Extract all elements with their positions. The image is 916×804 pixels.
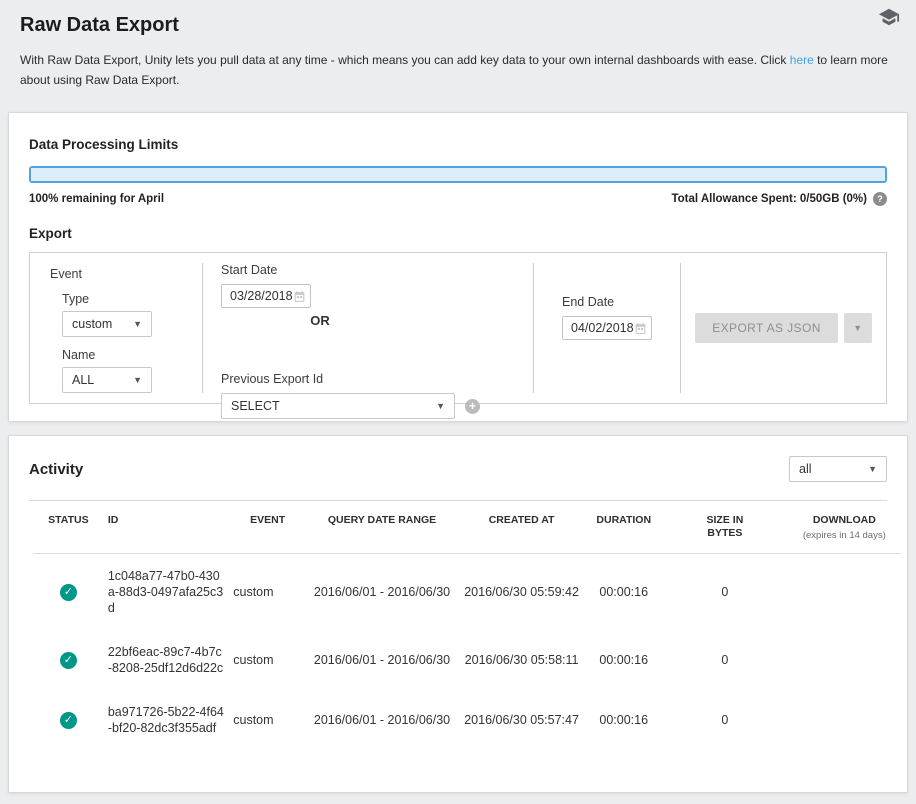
col-query-date-range: QUERY DATE RANGE — [306, 501, 458, 554]
end-date-section: End Date 04/02/2018 — [534, 253, 680, 403]
chevron-down-icon: ▼ — [133, 319, 142, 329]
status-cell: ✓ — [33, 554, 104, 631]
calendar-icon[interactable] — [293, 290, 306, 303]
id-cell: 1c048a77-47b0-430a-88d3-0497afa25c3d — [104, 554, 229, 631]
here-link[interactable]: here — [790, 53, 814, 67]
export-title: Export — [29, 226, 887, 241]
duration-cell: 00:00:16 — [585, 630, 662, 690]
event-type-select[interactable]: custom ▼ — [62, 311, 152, 337]
activity-header: Activity all ▼ — [9, 454, 907, 484]
data-processing-limits-card: Data Processing Limits 100% remaining fo… — [8, 112, 908, 422]
size-cell: 0 — [662, 630, 787, 690]
col-download: DOWNLOAD (expires in 14 days) — [788, 501, 901, 554]
previous-export-value: SELECT — [231, 399, 280, 413]
check-circle-icon: ✓ — [60, 584, 77, 601]
created-at-cell: 2016/06/30 05:57:47 — [458, 690, 585, 750]
add-icon[interactable]: + — [465, 399, 480, 414]
export-format-dropdown-button[interactable]: ▼ — [844, 313, 872, 343]
created-at-cell: 2016/06/30 05:59:42 — [458, 554, 585, 631]
activity-title: Activity — [29, 461, 83, 478]
event-cell: custom — [229, 554, 306, 631]
table-header-row: STATUS ID EVENT QUERY DATE RANGE CREATED… — [33, 501, 901, 554]
description-text-before: With Raw Data Export, Unity lets you pul… — [20, 53, 790, 67]
progress-fill — [31, 168, 885, 181]
id-cell: 22bf6eac-89c7-4b7c-8208-25df12d6d22c — [104, 630, 229, 690]
page-header: Raw Data Export With Raw Data Export, Un… — [0, 0, 916, 90]
dates-section: Start Date 03/28/2018 OR Previous Export… — [203, 253, 533, 403]
export-form: Event Type custom ▼ Name ALL ▼ Start Dat… — [29, 252, 887, 404]
col-duration: DURATION — [585, 501, 662, 554]
event-section: Event Type custom ▼ Name ALL ▼ — [30, 253, 202, 403]
check-circle-icon: ✓ — [60, 652, 77, 669]
school-icon[interactable] — [878, 6, 900, 28]
col-status: STATUS — [33, 501, 104, 554]
activity-table: STATUS ID EVENT QUERY DATE RANGE CREATED… — [33, 501, 901, 750]
activity-card: Activity all ▼ STATUS ID EVENT QUERY DAT… — [8, 435, 908, 793]
check-circle-icon: ✓ — [60, 712, 77, 729]
page-title: Raw Data Export — [20, 14, 896, 37]
previous-export-row: SELECT ▼ + — [221, 393, 533, 419]
status-cell: ✓ — [33, 630, 104, 690]
download-cell — [788, 690, 901, 750]
end-date-input[interactable]: 04/02/2018 — [562, 316, 652, 340]
download-cell — [788, 554, 901, 631]
chevron-down-icon: ▼ — [133, 375, 142, 385]
allowance-label: Total Allowance Spent: 0/50GB (0%) — [671, 193, 867, 205]
table-row: ✓ 1c048a77-47b0-430a-88d3-0497afa25c3d c… — [33, 554, 901, 631]
download-expiry-note: (expires in 14 days) — [792, 529, 897, 542]
col-download-label: DOWNLOAD — [813, 514, 876, 526]
help-icon[interactable]: ? — [873, 192, 887, 206]
query-date-range-cell: 2016/06/01 - 2016/06/30 — [306, 690, 458, 750]
col-id: ID — [104, 501, 229, 554]
event-type-value: custom — [72, 317, 112, 331]
table-row: ✓ 22bf6eac-89c7-4b7c-8208-25df12d6d22c c… — [33, 630, 901, 690]
previous-export-label: Previous Export Id — [221, 372, 533, 386]
end-date-value: 04/02/2018 — [571, 321, 634, 335]
event-cell: custom — [229, 630, 306, 690]
end-date-label: End Date — [562, 295, 680, 309]
col-size-in-bytes: SIZE IN BYTES — [662, 501, 787, 554]
data-allowance-progress-bar — [29, 166, 887, 183]
allowance-label-group: Total Allowance Spent: 0/50GB (0%) ? — [671, 192, 887, 206]
download-cell — [788, 630, 901, 690]
created-at-cell: 2016/06/30 05:58:11 — [458, 630, 585, 690]
event-cell: custom — [229, 690, 306, 750]
event-name-value: ALL — [72, 373, 94, 387]
chevron-down-icon: ▼ — [436, 401, 445, 411]
event-name-select[interactable]: ALL ▼ — [62, 367, 152, 393]
calendar-icon[interactable] — [634, 322, 647, 335]
event-label: Event — [50, 267, 202, 281]
size-cell: 0 — [662, 690, 787, 750]
chevron-down-icon: ▼ — [868, 464, 877, 474]
activity-filter-value: all — [799, 462, 812, 476]
export-as-json-button[interactable]: EXPORT AS JSON — [695, 313, 838, 343]
type-label: Type — [62, 292, 202, 306]
status-cell: ✓ — [33, 690, 104, 750]
start-date-value: 03/28/2018 — [230, 289, 293, 303]
limits-labels-row: 100% remaining for April Total Allowance… — [29, 192, 887, 206]
duration-cell: 00:00:16 — [585, 690, 662, 750]
table-row: ✓ ba971726-5b22-4f64-bf20-82dc3f355adf c… — [33, 690, 901, 750]
name-label: Name — [62, 348, 202, 362]
col-created-at: CREATED AT — [458, 501, 585, 554]
id-cell: ba971726-5b22-4f64-bf20-82dc3f355adf — [104, 690, 229, 750]
export-action-section: EXPORT AS JSON ▼ — [681, 253, 886, 403]
activity-filter-select[interactable]: all ▼ — [789, 456, 887, 482]
query-date-range-cell: 2016/06/01 - 2016/06/30 — [306, 554, 458, 631]
remaining-label: 100% remaining for April — [29, 193, 164, 205]
query-date-range-cell: 2016/06/01 - 2016/06/30 — [306, 630, 458, 690]
size-cell: 0 — [662, 554, 787, 631]
limits-title: Data Processing Limits — [29, 137, 887, 152]
start-date-input[interactable]: 03/28/2018 — [221, 284, 311, 308]
page-description: With Raw Data Export, Unity lets you pul… — [20, 50, 896, 90]
previous-export-select[interactable]: SELECT ▼ — [221, 393, 455, 419]
start-date-label: Start Date — [221, 263, 533, 277]
or-label: OR — [203, 313, 437, 328]
duration-cell: 00:00:16 — [585, 554, 662, 631]
col-event: EVENT — [229, 501, 306, 554]
